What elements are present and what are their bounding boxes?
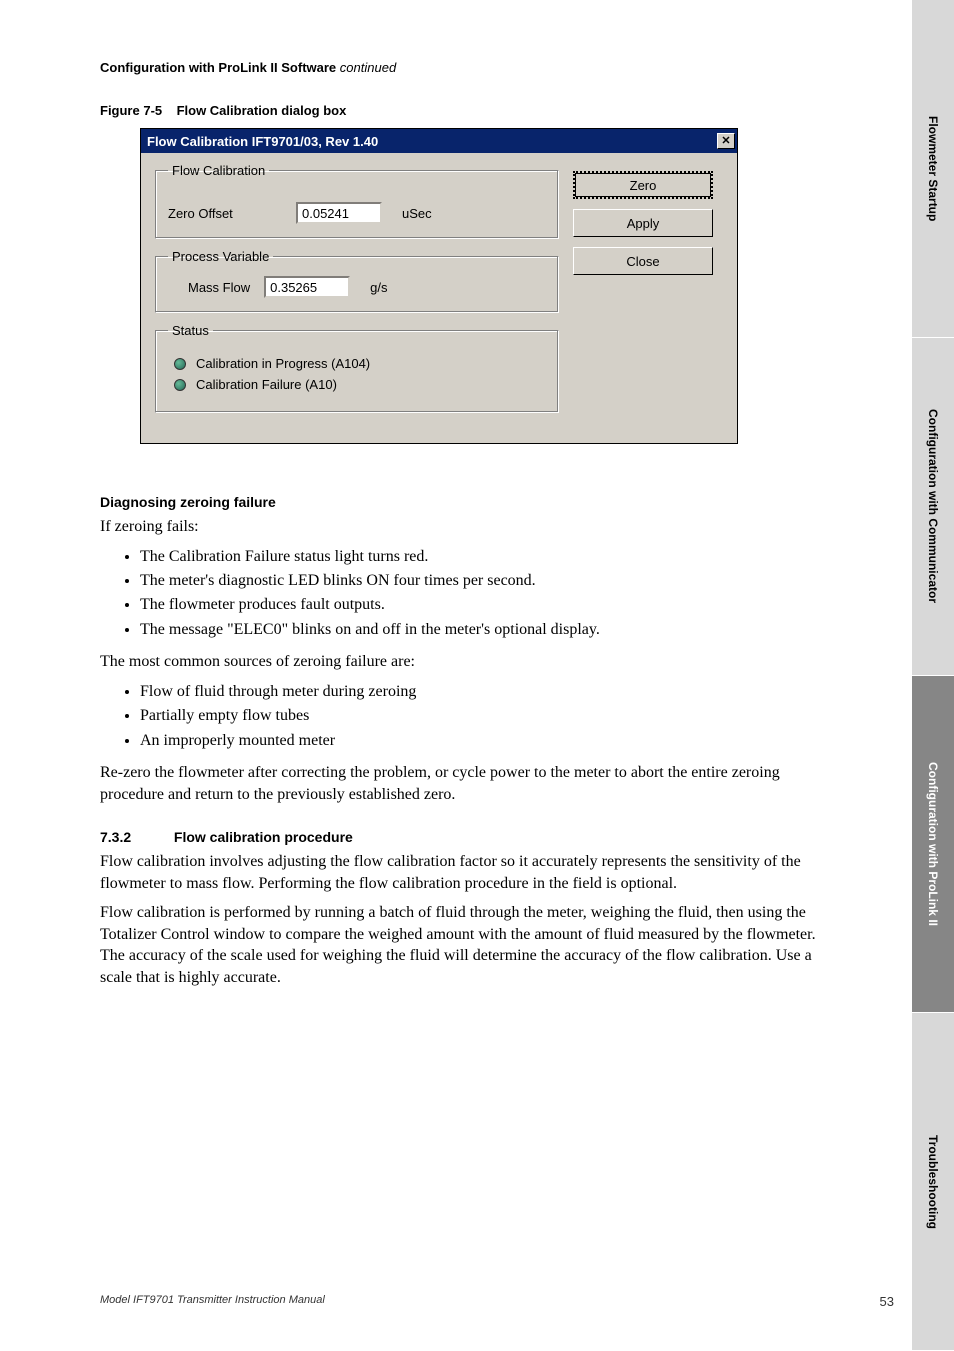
status-led-icon	[174, 379, 186, 391]
diagnosing-heading: Diagnosing zeroing failure	[100, 494, 830, 510]
tab-config-prolink[interactable]: Configuration with ProLink II	[912, 676, 954, 1014]
flow-cal-p1: Flow calibration involves adjusting the …	[100, 851, 830, 894]
apply-button[interactable]: Apply	[573, 209, 713, 237]
page-footer: Model IFT9701 Transmitter Instruction Ma…	[100, 1294, 894, 1309]
zero-offset-label: Zero Offset	[168, 206, 288, 221]
list-item: The Calibration Failure status light tur…	[140, 546, 830, 568]
header-text: Configuration with ProLink II Software	[100, 60, 336, 75]
dialog-titlebar: Flow Calibration IFT9701/03, Rev 1.40 ✕	[141, 129, 737, 153]
zero-offset-unit: uSec	[402, 206, 432, 221]
footer-left: Model IFT9701 Transmitter Instruction Ma…	[100, 1294, 325, 1309]
mass-flow-label: Mass Flow	[188, 280, 250, 295]
mass-flow-unit: g/s	[370, 280, 387, 295]
common-sources-intro: The most common sources of zeroing failu…	[100, 651, 830, 673]
figure-caption: Figure 7-5 Flow Calibration dialog box	[100, 103, 830, 118]
flow-cal-heading: 7.3.2 Flow calibration procedure	[100, 829, 830, 845]
list-item: An improperly mounted meter	[140, 730, 830, 752]
rezero-paragraph: Re-zero the flowmeter after correcting t…	[100, 762, 830, 805]
tab-troubleshooting[interactable]: Troubleshooting	[912, 1013, 954, 1351]
close-icon[interactable]: ✕	[717, 133, 735, 149]
diagnosing-list-b: Flow of fluid through meter during zeroi…	[140, 681, 830, 752]
flow-calibration-dialog: Flow Calibration IFT9701/03, Rev 1.40 ✕ …	[140, 128, 738, 444]
status-a104: Calibration in Progress (A104)	[196, 356, 370, 371]
status-group: Status Calibration in Progress (A104) Ca…	[155, 323, 559, 413]
header-suffix: continued	[340, 60, 396, 75]
diagnosing-intro: If zeroing fails:	[100, 516, 830, 538]
list-item: Partially empty flow tubes	[140, 705, 830, 727]
list-item: The flowmeter produces fault outputs.	[140, 594, 830, 616]
zero-offset-input[interactable]	[296, 202, 382, 224]
process-variable-group: Process Variable Mass Flow g/s	[155, 249, 559, 313]
section-title: Flow calibration procedure	[174, 829, 353, 845]
tab-flowmeter-startup[interactable]: Flowmeter Startup	[912, 0, 954, 338]
continuation-header: Configuration with ProLink II Software c…	[100, 60, 830, 75]
process-variable-legend: Process Variable	[168, 249, 273, 264]
section-number: 7.3.2	[100, 829, 170, 845]
flow-calibration-group: Flow Calibration Zero Offset uSec	[155, 163, 559, 239]
dialog-title: Flow Calibration IFT9701/03, Rev 1.40	[147, 134, 378, 149]
list-item: The meter's diagnostic LED blinks ON fou…	[140, 570, 830, 592]
zero-button[interactable]: Zero	[573, 171, 713, 199]
list-item: Flow of fluid through meter during zeroi…	[140, 681, 830, 703]
list-item: The message "ELEC0" blinks on and off in…	[140, 619, 830, 641]
status-legend: Status	[168, 323, 213, 338]
page-number: 53	[880, 1294, 894, 1309]
figure-title: Flow Calibration dialog box	[177, 103, 347, 118]
diagnosing-list-a: The Calibration Failure status light tur…	[140, 546, 830, 642]
status-a10: Calibration Failure (A10)	[196, 377, 337, 392]
figure-label: Figure 7-5	[100, 103, 162, 118]
status-led-icon	[174, 358, 186, 370]
tab-config-communicator[interactable]: Configuration with Communicator	[912, 338, 954, 676]
flow-cal-p2: Flow calibration is performed by running…	[100, 902, 830, 988]
flow-calibration-legend: Flow Calibration	[168, 163, 269, 178]
side-tabs: Flowmeter Startup Configuration with Com…	[912, 0, 954, 1351]
close-button[interactable]: Close	[573, 247, 713, 275]
mass-flow-input[interactable]	[264, 276, 350, 298]
